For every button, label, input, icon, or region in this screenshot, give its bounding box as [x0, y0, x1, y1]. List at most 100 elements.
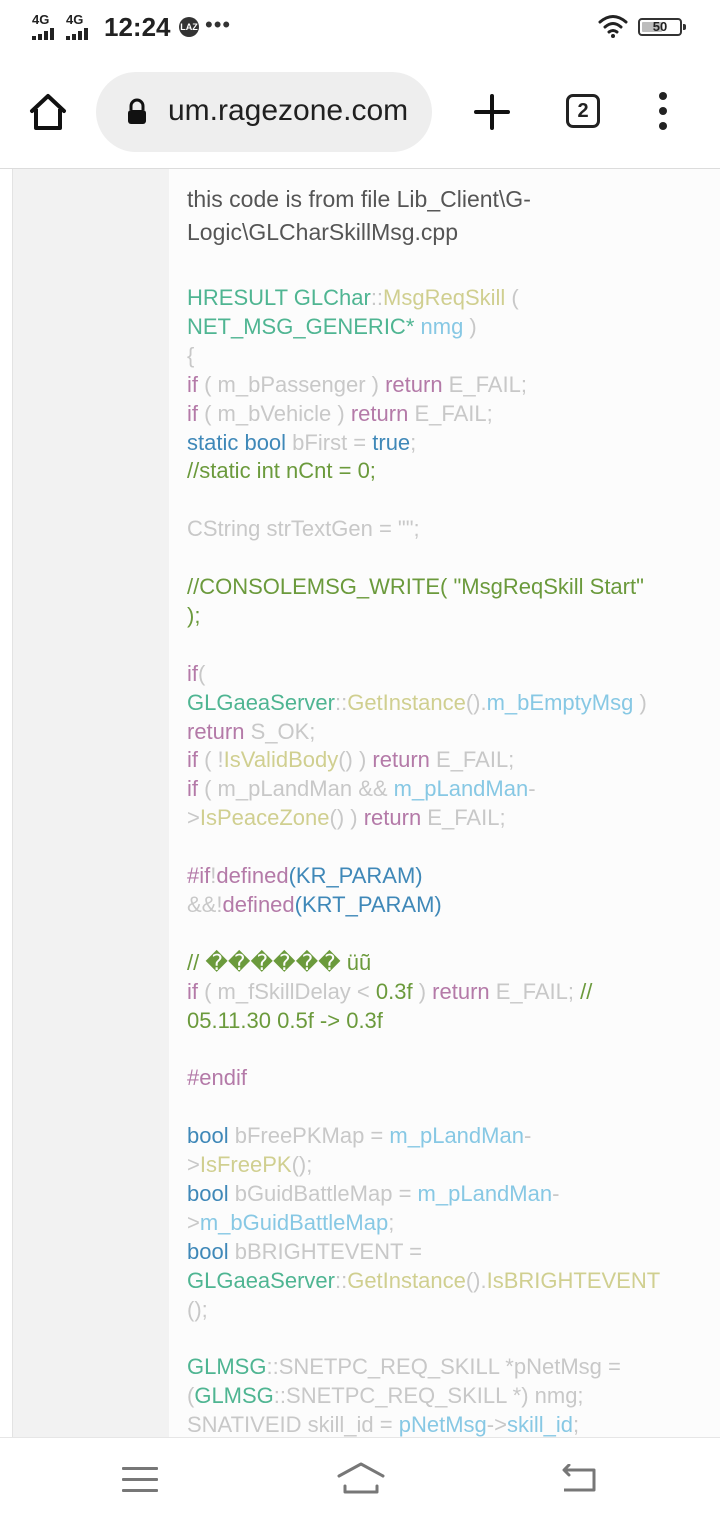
code-token: // — [580, 978, 593, 1004]
code-token: ; — [572, 1412, 580, 1437]
code-token: return — [187, 718, 245, 744]
battery-icon: 50 — [638, 18, 686, 36]
code-token: ::SNETPC_REQ_SKILL *) nmg; — [273, 1383, 584, 1409]
code-token: defined — [222, 891, 295, 917]
code-token: IsPeaceZone — [199, 805, 330, 831]
code-token: NET_MSG_GENERIC* — [187, 313, 415, 339]
code-line: SNATIVEID skill_id = pNetMsg->skill_id; — [187, 1410, 579, 1437]
back-button[interactable] — [558, 1463, 598, 1494]
code-token: HRESULT GLChar — [187, 285, 371, 310]
code-token: GLGaeaServer — [187, 1267, 335, 1293]
code-token: (); — [187, 1296, 208, 1322]
back-icon — [562, 1463, 596, 1492]
code-line: &&!defined(KRT_PARAM) — [187, 890, 442, 919]
code-token: return — [363, 805, 422, 831]
tab-switcher-button[interactable]: 2 — [566, 94, 600, 128]
code-line: ); — [187, 601, 200, 630]
code-token: ( m_bPassenger ) — [198, 371, 386, 397]
code-line: #if!defined(KR_PARAM) — [187, 861, 423, 890]
code-token: -> — [486, 1412, 507, 1437]
code-token: //static int nCnt = 0; — [187, 458, 376, 484]
code-token: bFirst = — [286, 429, 373, 455]
code-token: if — [187, 747, 198, 773]
home-button[interactable] — [26, 90, 70, 134]
recent-apps-button[interactable] — [122, 1467, 158, 1493]
code-line: if ( m_bVehicle ) return E_FAIL; — [187, 399, 493, 428]
code-line: >m_bGuidBattleMap; — [187, 1208, 394, 1237]
browser-toolbar: um.ragezone.com 2 — [0, 56, 720, 169]
code-token: bool — [187, 1238, 229, 1264]
code-line: if ( m_fSkillDelay < 0.3f ) return E_FAI… — [187, 977, 592, 1006]
code-token: :: — [334, 689, 348, 715]
code-token: E_FAIL; — [442, 371, 527, 397]
code-token: ( — [505, 285, 519, 310]
code-token: :: — [334, 1267, 348, 1293]
code-token: > — [187, 1152, 200, 1177]
code-token: MsgReqSkill — [383, 285, 506, 310]
address-bar[interactable]: um.ragezone.com — [96, 72, 432, 152]
code-token: ( m_fSkillDelay < — [198, 978, 376, 1004]
code-token: if — [187, 400, 198, 426]
code-line: //static int nCnt = 0; — [187, 456, 376, 485]
page-content[interactable]: this code is from file Lib_Client\G- Log… — [0, 169, 720, 1437]
code-token: ::SNETPC_REQ_SKILL *pNetMsg = — [266, 1354, 621, 1380]
code-token: IsValidBody — [223, 747, 339, 773]
code-token: &&! — [187, 891, 223, 917]
code-line: GLMSG::SNETPC_REQ_SKILL *pNetMsg = — [187, 1352, 621, 1381]
intro-line: this code is from file Lib_Client\G- — [187, 186, 531, 212]
post-intro: this code is from file Lib_Client\G- Log… — [187, 183, 687, 249]
code-line: if ( m_bPassenger ) return E_FAIL; — [187, 370, 527, 399]
code-line: >IsPeaceZone() ) return E_FAIL; — [187, 803, 506, 832]
code-token: ) — [633, 689, 647, 715]
code-token: ); — [187, 602, 201, 628]
home-outline-icon — [337, 1462, 385, 1494]
code-token: GetInstance — [347, 689, 466, 715]
code-token: GLGaeaServer — [187, 689, 335, 715]
code-token: (). — [465, 1267, 487, 1293]
network-type-label: 4G — [32, 12, 50, 27]
code-line: bool bBRIGHTEVENT = — [187, 1237, 422, 1266]
overflow-menu-button[interactable] — [654, 92, 674, 132]
code-token: 0.3f — [375, 978, 413, 1004]
code-token: ) — [463, 313, 477, 339]
code-token: m_pLandMan — [417, 1180, 553, 1206]
network-type-label: 4G — [66, 12, 84, 27]
code-line: if ( !IsValidBody() ) return E_FAIL; — [187, 745, 514, 774]
code-token: m_pLandMan — [393, 776, 529, 802]
app-notification-icon: LAZ — [179, 17, 199, 37]
code-token: //CONSOLEMSG_WRITE( "MsgReqSkill Start" — [187, 574, 644, 599]
code-token: bool — [187, 1180, 229, 1206]
code-token: true — [372, 429, 411, 455]
code-token: IsFreePK — [199, 1152, 292, 1177]
code-token: bool — [187, 1123, 229, 1149]
code-token: defined — [216, 863, 289, 888]
code-token: skill_id — [506, 1412, 573, 1437]
code-token: () ) — [329, 805, 364, 831]
code-line: //CONSOLEMSG_WRITE( "MsgReqSkill Start" — [187, 572, 644, 601]
code-line: return S_OK; — [187, 717, 315, 746]
code-token: SNATIVEID skill_id = — [187, 1412, 399, 1437]
code-token: E_FAIL; — [489, 978, 581, 1004]
code-line: 05.11.30 0.5f -> 0.3f — [187, 1006, 383, 1035]
code-token: E_FAIL; — [421, 805, 506, 831]
code-token: return — [350, 400, 409, 426]
new-tab-button[interactable] — [470, 90, 514, 134]
code-token: bGuidBattleMap = — [228, 1180, 418, 1206]
code-token: (KR_PARAM) — [288, 863, 423, 888]
code-token: m_pLandMan — [389, 1123, 524, 1149]
code-token: 05.11.30 0.5f -> 0.3f — [187, 1007, 383, 1033]
code-token: > — [187, 1209, 200, 1235]
code-token: () ) — [338, 747, 373, 773]
status-bar: 4G 4G 12:24 LAZ ••• 50 — [0, 0, 720, 56]
code-line: static bool bFirst = true; — [187, 428, 416, 457]
lock-icon — [126, 98, 148, 131]
url-text: um.ragezone.com — [168, 94, 409, 127]
code-line: GLGaeaServer::GetInstance().IsBRIGHTEVEN… — [187, 1266, 660, 1295]
home-nav-button[interactable] — [336, 1460, 386, 1496]
code-token: bFreePKMap = — [228, 1123, 390, 1149]
code-token: return — [385, 371, 443, 397]
code-token: E_FAIL; — [429, 747, 515, 773]
code-token: E_FAIL; — [408, 400, 493, 426]
plus-icon — [474, 94, 510, 130]
code-token: (); — [291, 1152, 313, 1177]
